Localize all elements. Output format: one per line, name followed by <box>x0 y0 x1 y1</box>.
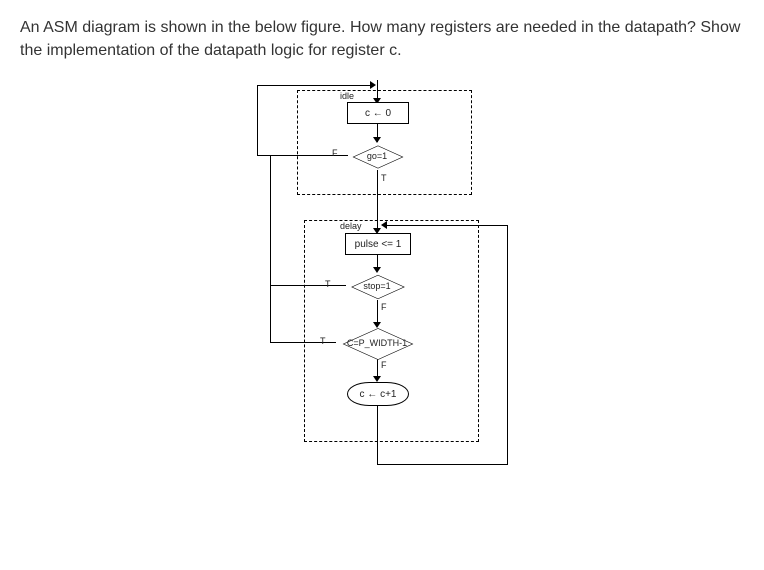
state-idle-label: idle <box>340 91 354 101</box>
edge-width-T: T <box>320 336 326 346</box>
decision-width-label: C=P_WIDTH-1 <box>347 338 407 348</box>
question-text: An ASM diagram is shown in the below fig… <box>20 16 744 62</box>
edge-stop-T: T <box>325 279 331 289</box>
decision-stop: stop=1 <box>345 272 409 300</box>
output-pulse-text: pulse <= 1 <box>355 239 402 250</box>
edge-width-F: F <box>381 360 387 370</box>
decision-width: C=P_WIDTH-1 <box>335 328 419 358</box>
cond-action-c-inc: c ← c+1 <box>347 382 409 406</box>
decision-go: go=1 <box>347 142 407 170</box>
edge-go-F: F <box>332 148 338 158</box>
edge-stop-F: F <box>381 302 387 312</box>
decision-go-label: go=1 <box>367 151 387 161</box>
edge-go-T: T <box>381 173 387 183</box>
output-pulse: pulse <= 1 <box>345 233 411 255</box>
state-delay-label: delay <box>340 221 362 231</box>
action-c-zero-text: c ← 0 <box>365 108 391 119</box>
cond-action-c-inc-text: c ← c+1 <box>360 389 397 400</box>
action-c-zero: c ← 0 <box>347 102 409 124</box>
decision-stop-label: stop=1 <box>363 281 390 291</box>
